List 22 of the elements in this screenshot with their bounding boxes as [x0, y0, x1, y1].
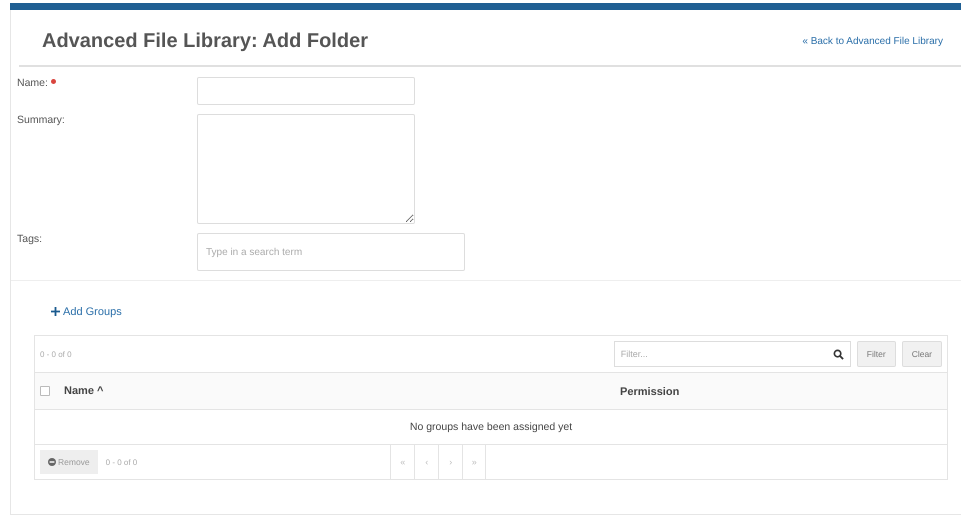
required-icon: [50, 79, 56, 84]
column-header[interactable]: Permission: [620, 386, 680, 398]
range-text: 0 - 0 of 0: [40, 350, 72, 358]
tags-field[interactable]: Type in a search term: [197, 233, 465, 271]
minus-circle-icon: [48, 458, 56, 466]
empty-message: No groups have been assigned yet: [410, 421, 572, 433]
back-link[interactable]: « Back to Advanced File Library: [802, 36, 943, 47]
search-icon: [832, 349, 844, 360]
add-groups-link[interactable]: Add Groups: [51, 306, 122, 318]
plus-icon: [51, 307, 60, 316]
filter-button[interactable]: Filter: [856, 341, 896, 367]
select-all-checkbox[interactable]: [40, 386, 50, 396]
summary-field[interactable]: [197, 114, 415, 224]
field-label: Summary:: [17, 114, 65, 126]
range-text: 0 - 0 of 0: [106, 458, 138, 466]
column-header[interactable]: Name ^: [64, 385, 104, 397]
field-label: Tags:: [17, 233, 42, 245]
filter-field[interactable]: Filter...: [614, 341, 851, 367]
filter-button[interactable]: Clear: [902, 341, 942, 367]
field-label: Name:: [17, 77, 48, 89]
name-field[interactable]: [197, 77, 415, 105]
page-title: Advanced File Library: Add Folder: [42, 30, 368, 53]
